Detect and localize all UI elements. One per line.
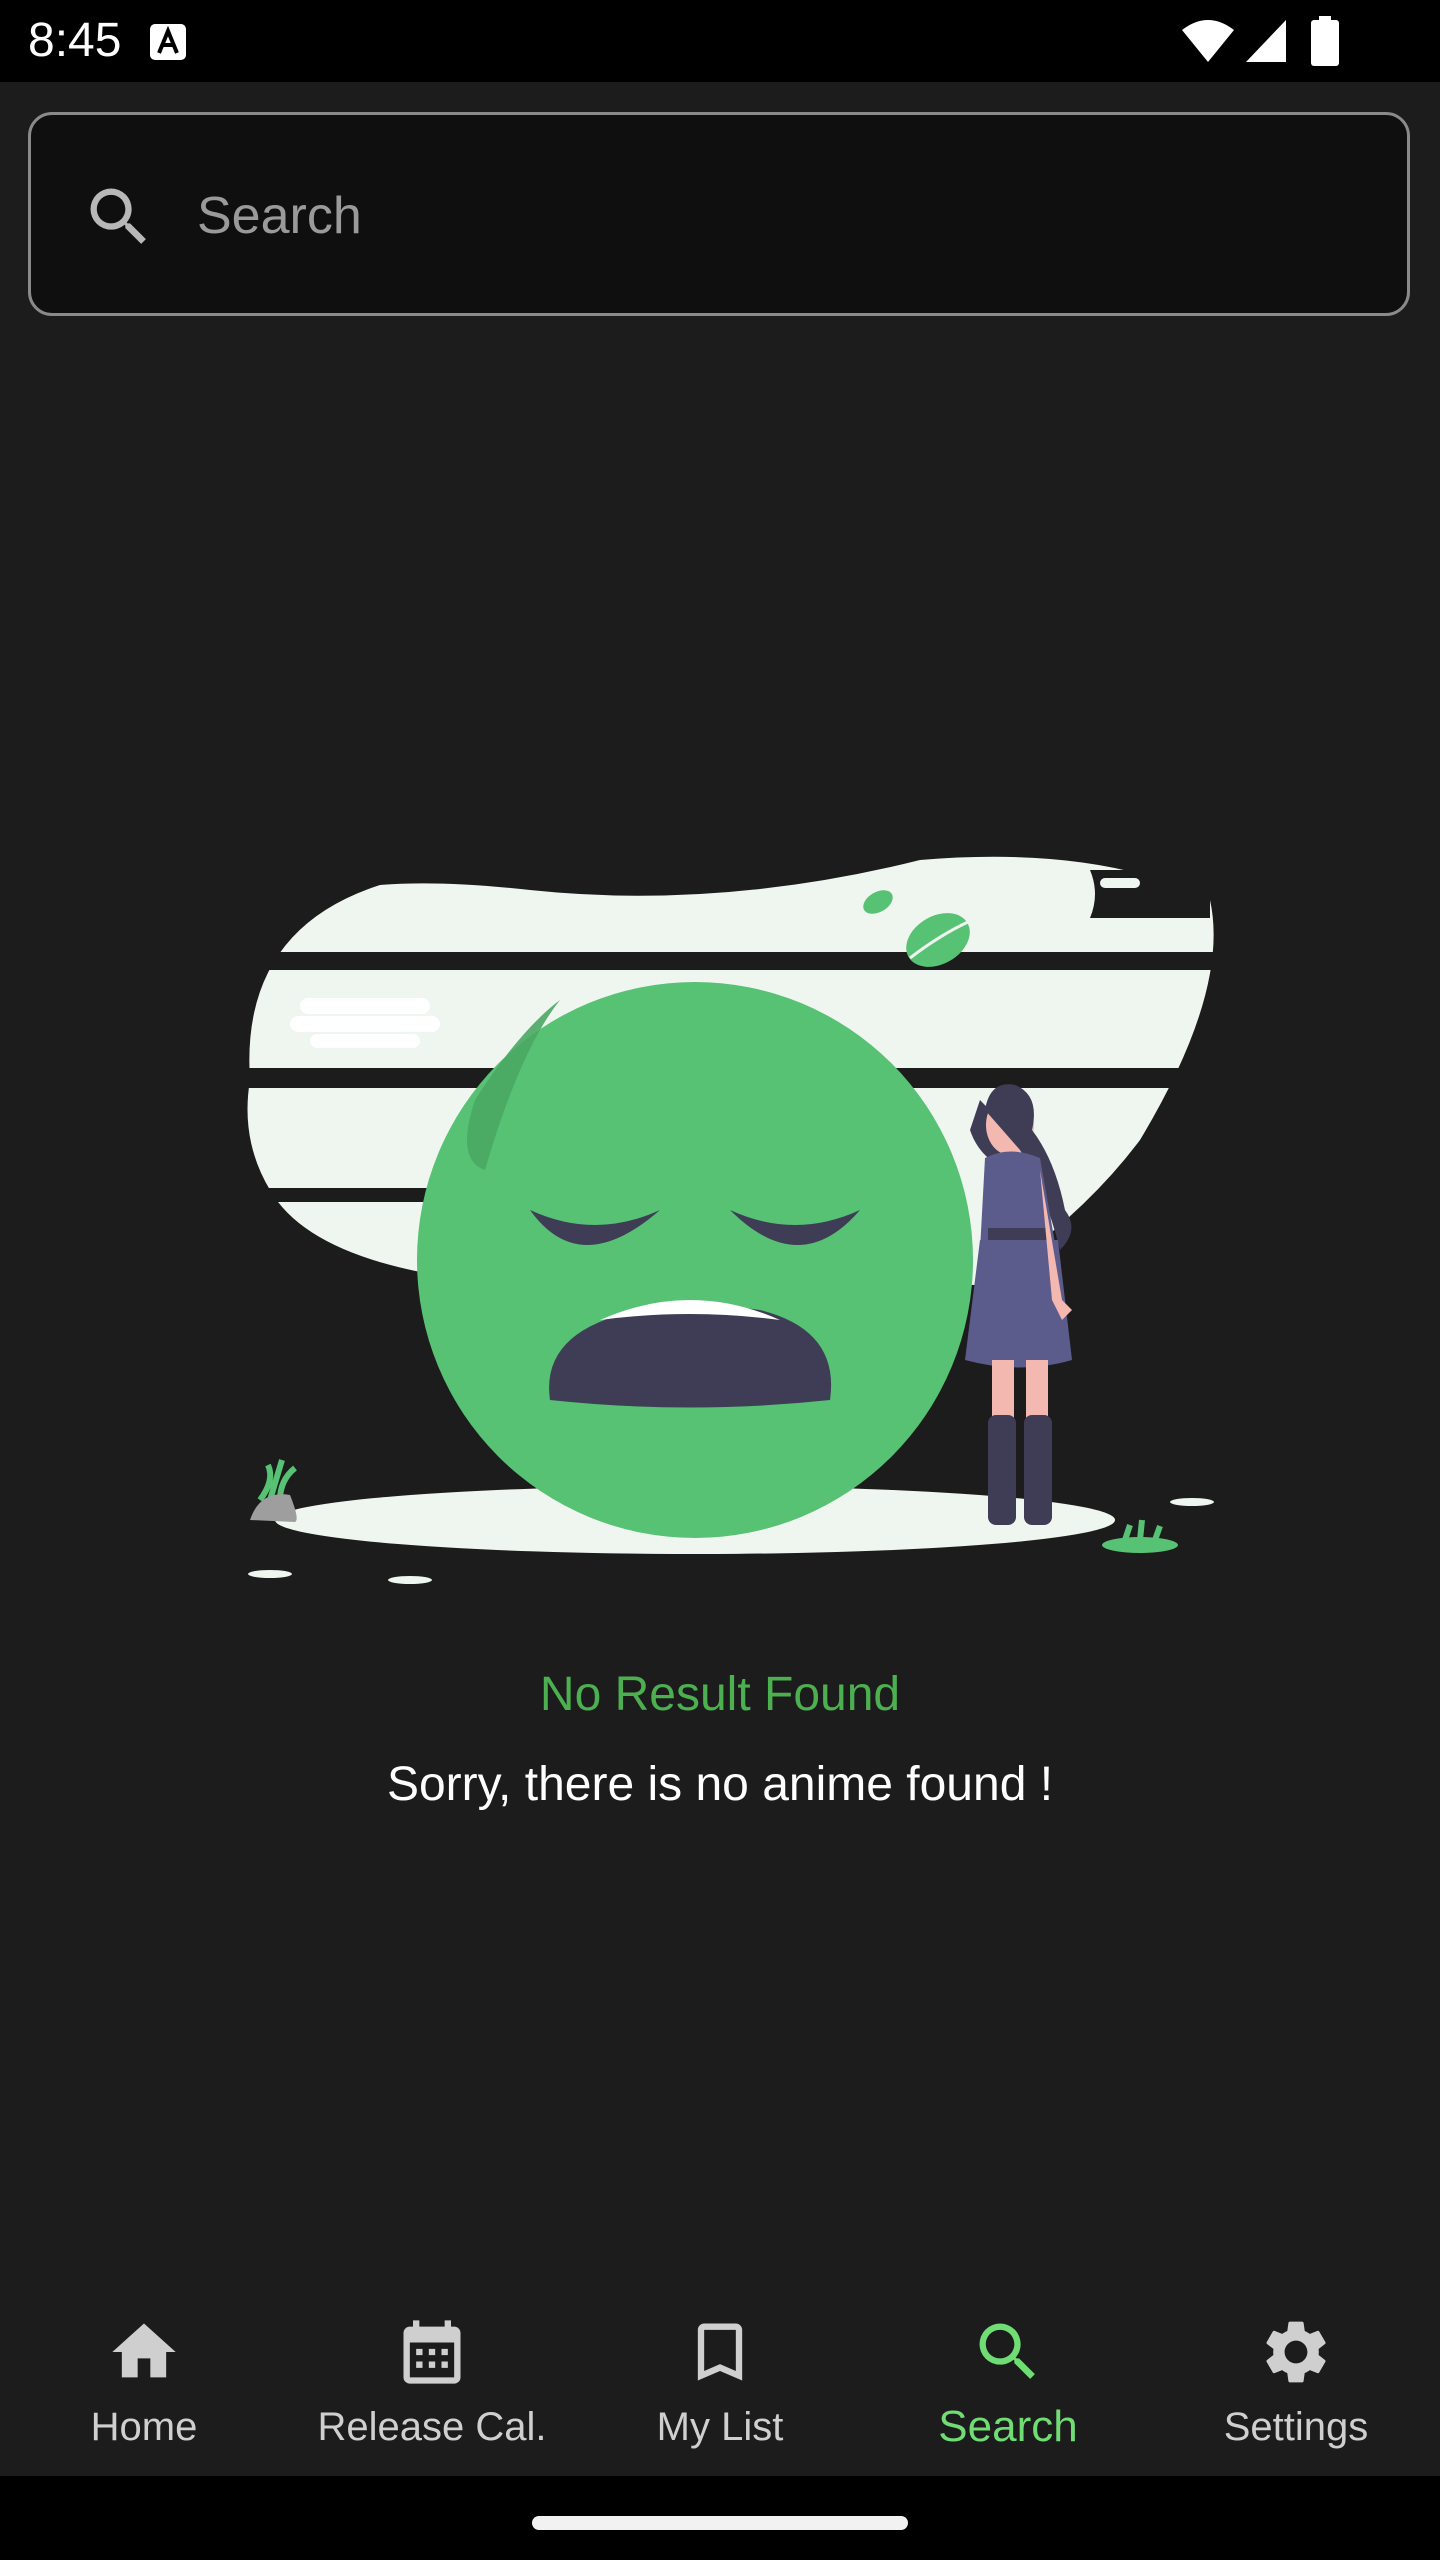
gear-icon (1266, 2321, 1326, 2383)
home-icon (112, 2323, 176, 2378)
nav-label-home: Home (90, 2405, 198, 2449)
empty-state-title: No Result Found (539, 1668, 901, 1721)
system-gesture-bar (0, 2476, 1440, 2560)
nav-settings[interactable]: Settings (1152, 2280, 1440, 2476)
app-screen: 8:45 Search No Result Found Sorry, there… (0, 0, 1440, 2560)
nav-label-my-list: My List (656, 2405, 784, 2449)
search-input[interactable] (195, 155, 1359, 277)
nav-search[interactable]: Search (864, 2280, 1152, 2476)
no-result-illustration (220, 856, 1220, 1584)
sad-face-emoji (417, 982, 973, 1538)
nav-my-list[interactable]: My List (576, 2280, 864, 2476)
wifi-icon (1182, 20, 1234, 62)
nav-release-calendar[interactable]: Release Cal. (288, 2280, 576, 2476)
search-icon (979, 2323, 1035, 2379)
keyboard-a-icon (150, 24, 186, 60)
nav-label-release-calendar: Release Cal. (317, 2405, 547, 2449)
home-gesture-handle[interactable] (532, 2516, 908, 2530)
status-time: 8:45 (28, 14, 122, 67)
status-bar: 8:45 (0, 0, 1440, 82)
bookmark-icon (697, 2323, 743, 2381)
nav-label-search: Search (938, 2402, 1078, 2451)
bottom-navigation: Home Release Cal. My List Search Setting… (0, 2280, 1440, 2476)
search-icon (90, 188, 146, 244)
calendar-icon (403, 2320, 461, 2384)
search-bar[interactable] (28, 112, 1410, 316)
empty-state-message: Sorry, there is no anime found ! (386, 1758, 1054, 1811)
signal-icon (1246, 20, 1286, 62)
nav-home[interactable]: Home (0, 2280, 288, 2476)
battery-icon (1311, 16, 1339, 66)
nav-label-settings: Settings (1223, 2405, 1369, 2449)
